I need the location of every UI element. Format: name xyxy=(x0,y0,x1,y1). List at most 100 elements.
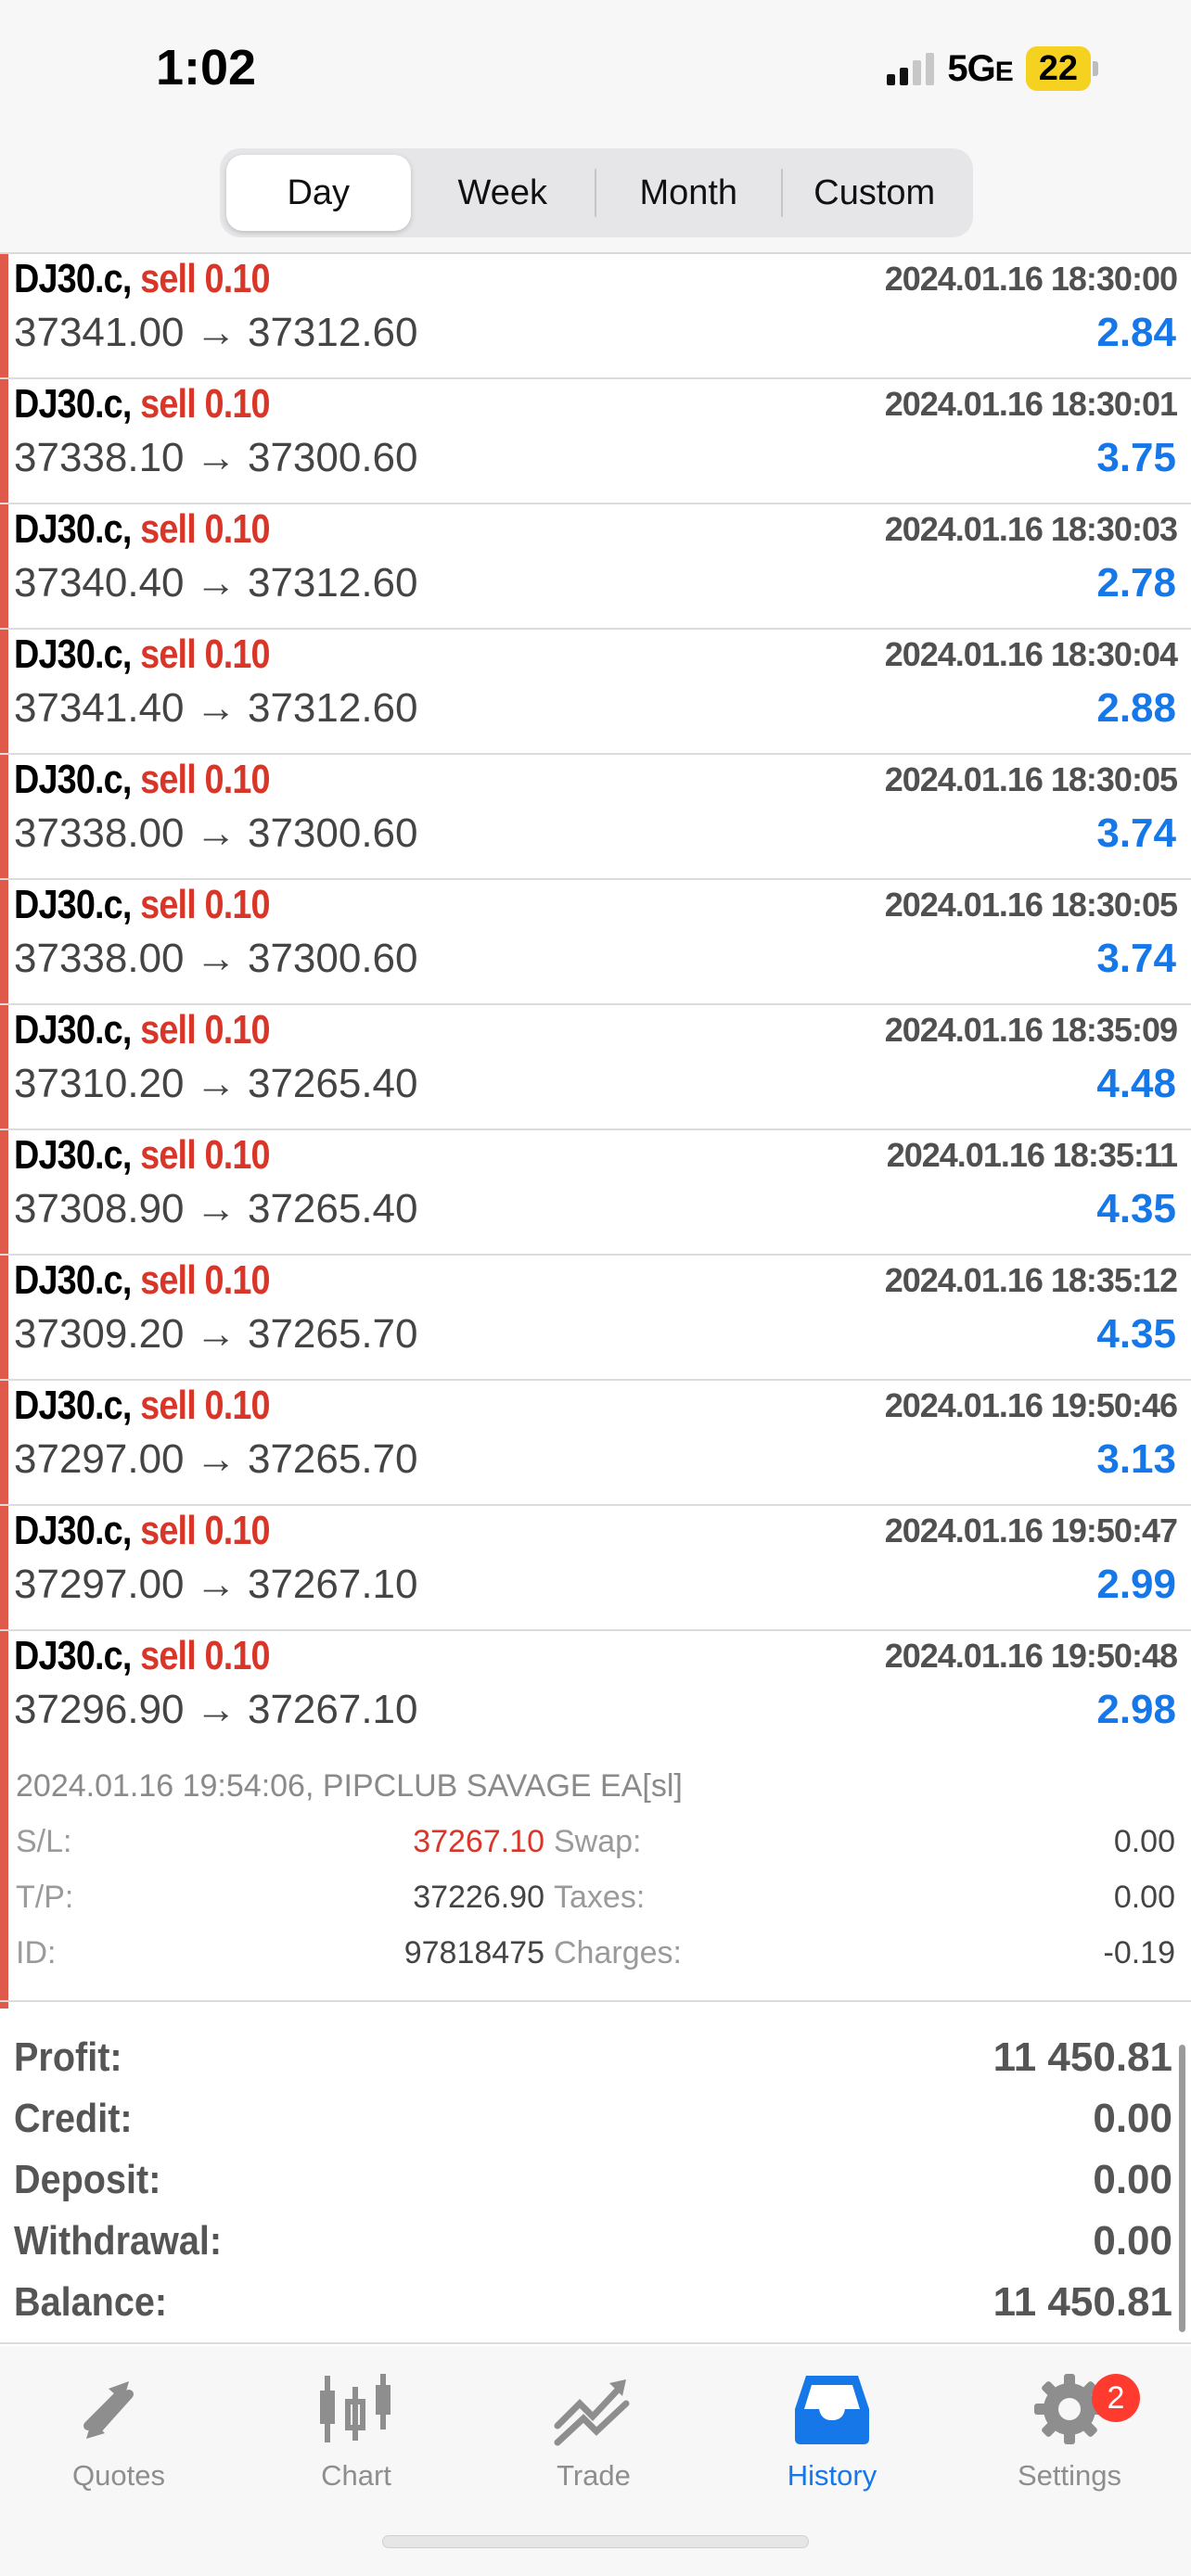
summary-value: 0.00 xyxy=(1093,2157,1172,2202)
deal-symbol: DJ30.c, xyxy=(14,757,132,802)
deal-row[interactable]: DJ30.c, sell 0.10 2024.01.16 18:30:01 37… xyxy=(0,379,1191,504)
deal-profit: 2.84 xyxy=(1096,310,1176,355)
deal-row[interactable]: DJ30.c, sell 0.10 2024.01.16 18:30:00 37… xyxy=(0,254,1191,379)
tab-settings[interactable]: 2 Settings xyxy=(977,2363,1162,2493)
account-summary: Profit: 11 450.81 Credit: 0.00 Deposit: … xyxy=(0,2010,1191,2344)
charges-value: -0.19 xyxy=(1103,1935,1176,1970)
deal-prices: 37308.90 → 37265.40 xyxy=(14,1186,418,1231)
deal-side: sell 0.10 xyxy=(140,1007,270,1052)
tab-chart[interactable]: Chart xyxy=(263,2363,449,2493)
deal-profit: 3.13 xyxy=(1096,1436,1176,1482)
deal-row[interactable]: DJ30.c, sell 0.10 2024.01.16 19:50:47 37… xyxy=(0,1506,1191,1631)
deal-time: 2024.01.16 18:30:05 xyxy=(884,886,1178,924)
deal-time: 2024.01.16 18:30:01 xyxy=(884,385,1178,423)
chart-icon xyxy=(263,2363,449,2455)
sl-label: S/L: xyxy=(16,1824,72,1859)
summary-deposit-row: Deposit: 0.00 xyxy=(0,2148,1191,2209)
deal-profit: 2.99 xyxy=(1096,1562,1176,1607)
id-label: ID: xyxy=(16,1935,57,1970)
deal-details: S/L: 37267.10 Swap: 0.00 T/P: 37226.90 T… xyxy=(16,1824,1175,1991)
deal-row[interactable]: DJ30.c, sell 0.10 2024.01.16 18:30:05 37… xyxy=(0,755,1191,880)
notification-badge: 2 xyxy=(1092,2374,1140,2422)
deal-time: 2024.01.16 18:35:11 xyxy=(886,1136,1178,1174)
deal-prices: 37296.90 → 37267.10 xyxy=(14,1687,418,1732)
deal-prices: 37341.00 → 37312.60 xyxy=(14,310,418,355)
summary-credit-row: Credit: 0.00 xyxy=(0,2086,1191,2148)
deals-list: DJ30.c, sell 0.10 2024.01.16 18:30:00 37… xyxy=(0,254,1191,2002)
period-segmented-control: Day Week Month Custom xyxy=(220,148,973,237)
deal-symbol: DJ30.c, xyxy=(14,631,132,677)
taxes-label: Taxes: xyxy=(554,1880,646,1915)
deal-symbol: DJ30.c, xyxy=(14,1257,132,1303)
tab-label: Settings xyxy=(1017,2459,1121,2492)
tp-value: 37226.90 xyxy=(413,1880,544,1915)
deal-profit: 4.35 xyxy=(1096,1311,1176,1357)
deal-side: sell 0.10 xyxy=(140,631,270,677)
segment-month[interactable]: Month xyxy=(596,155,781,231)
summary-label: Withdrawal: xyxy=(14,2218,223,2264)
deal-row[interactable]: DJ30.c, sell 0.10 2024.01.16 19:50:46 37… xyxy=(0,1381,1191,1506)
network-type: 5GE xyxy=(947,47,1013,89)
trade-icon xyxy=(501,2363,686,2455)
deal-profit: 2.78 xyxy=(1096,560,1176,606)
deal-row[interactable]: DJ30.c, sell 0.10 2024.01.16 18:35:09 37… xyxy=(0,1005,1191,1130)
deal-row-expanded[interactable]: DJ30.c, sell 0.10 2024.01.16 19:50:48 37… xyxy=(0,1631,1191,2002)
summary-value: 0.00 xyxy=(1093,2096,1172,2141)
summary-withdrawal-row: Withdrawal: 0.00 xyxy=(0,2209,1191,2270)
deal-side: sell 0.10 xyxy=(140,256,270,301)
summary-profit-row: Profit: 11 450.81 xyxy=(0,2025,1191,2086)
status-time: 1:02 xyxy=(156,40,257,96)
deal-row[interactable]: DJ30.c, sell 0.10 2024.01.16 18:30:04 37… xyxy=(0,630,1191,755)
deal-prices: 37309.20 → 37265.70 xyxy=(14,1311,418,1357)
tab-label: History xyxy=(787,2459,877,2492)
home-indicator[interactable] xyxy=(382,2535,809,2548)
deal-time: 2024.01.16 19:50:47 xyxy=(884,1511,1178,1549)
deal-prices: 37341.40 → 37312.60 xyxy=(14,685,418,731)
segment-day[interactable]: Day xyxy=(226,155,411,231)
tp-label: T/P: xyxy=(16,1880,74,1915)
deal-side: sell 0.10 xyxy=(140,1132,270,1178)
deal-row[interactable]: DJ30.c, sell 0.10 2024.01.16 18:35:12 37… xyxy=(0,1256,1191,1381)
status-bar: 1:02 5GE 22 xyxy=(0,0,1191,139)
tab-label: Quotes xyxy=(72,2459,165,2492)
scroll-indicator[interactable] xyxy=(1179,2045,1185,2332)
deal-symbol: DJ30.c, xyxy=(14,882,132,927)
tab-quotes[interactable]: Quotes xyxy=(26,2363,211,2493)
swap-value: 0.00 xyxy=(1113,1824,1175,1859)
deal-side: sell 0.10 xyxy=(140,1257,270,1303)
summary-value: 11 450.81 xyxy=(992,2034,1172,2080)
deal-side: sell 0.10 xyxy=(140,1508,270,1553)
tab-label: Trade xyxy=(557,2459,631,2492)
deal-symbol: DJ30.c, xyxy=(14,1383,132,1428)
segment-custom[interactable]: Custom xyxy=(783,155,967,231)
tab-trade[interactable]: Trade xyxy=(501,2363,686,2493)
deal-row[interactable]: DJ30.c, sell 0.10 2024.01.16 18:35:11 37… xyxy=(0,1130,1191,1256)
summary-label: Deposit: xyxy=(14,2157,161,2202)
deal-prices: 37310.20 → 37265.40 xyxy=(14,1061,418,1106)
summary-label: Profit: xyxy=(14,2034,122,2080)
deal-symbol: DJ30.c, xyxy=(14,256,132,301)
deal-prices: 37338.00 → 37300.60 xyxy=(14,810,418,856)
deal-row[interactable]: DJ30.c, sell 0.10 2024.01.16 18:30:05 37… xyxy=(0,880,1191,1005)
period-selector-bar: Day Week Month Custom xyxy=(0,139,1191,254)
deal-time: 2024.01.16 19:50:46 xyxy=(884,1386,1178,1424)
deal-profit: 3.74 xyxy=(1096,810,1176,856)
deal-symbol: DJ30.c, xyxy=(14,1132,132,1178)
summary-label: Balance: xyxy=(14,2279,168,2325)
deal-profit: 2.88 xyxy=(1096,685,1176,731)
summary-balance-row: Balance: 11 450.81 xyxy=(0,2270,1191,2331)
signal-icon xyxy=(887,52,935,85)
deal-side: sell 0.10 xyxy=(140,882,270,927)
deal-symbol: DJ30.c, xyxy=(14,381,132,427)
deal-profit: 4.48 xyxy=(1096,1061,1176,1106)
deal-side: sell 0.10 xyxy=(140,1633,270,1678)
deal-prices: 37297.00 → 37267.10 xyxy=(14,1562,418,1607)
segment-week[interactable]: Week xyxy=(411,155,596,231)
deal-profit: 4.35 xyxy=(1096,1186,1176,1231)
status-indicators: 5GE 22 xyxy=(887,46,1098,91)
deal-row[interactable]: DJ30.c, sell 0.10 2024.01.16 18:30:03 37… xyxy=(0,504,1191,630)
deal-prices: 37340.40 → 37312.60 xyxy=(14,560,418,606)
charges-label: Charges: xyxy=(554,1935,682,1970)
deal-prices: 37297.00 → 37265.70 xyxy=(14,1436,418,1482)
tab-history[interactable]: History xyxy=(739,2363,925,2493)
